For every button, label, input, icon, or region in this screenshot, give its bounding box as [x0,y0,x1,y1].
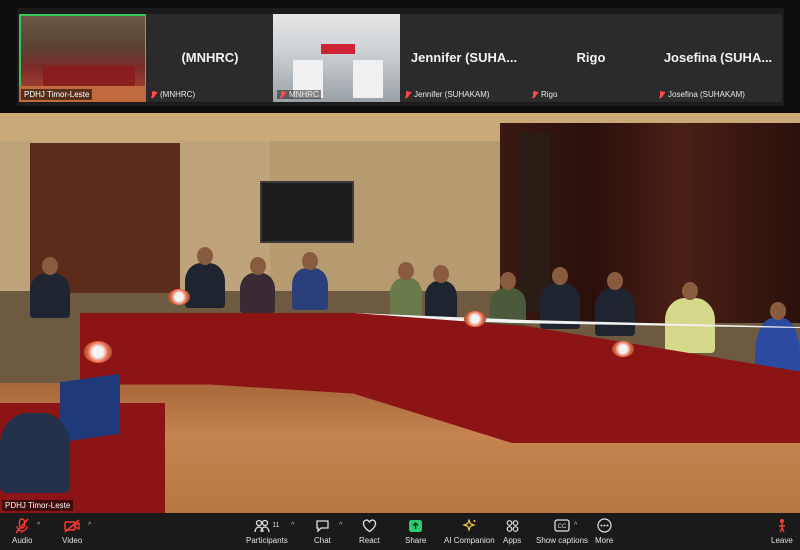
video-person [185,247,225,308]
share-label: Share [405,536,427,545]
apps-icon [505,516,520,535]
video-flowers [464,311,486,327]
react-label: React [359,536,380,545]
video-backdrop [321,44,355,54]
more-button[interactable]: More [595,516,613,545]
participant-name-label: Josefina (SUHAKAM) [658,90,745,99]
leave-icon [775,516,789,535]
ellipsis-icon [597,516,612,535]
video-wall-screen [260,181,354,243]
participants-button[interactable]: 11 Participants [246,516,288,545]
participant-name-text: Josefina (SUHAKAM) [668,90,745,99]
participants-label: Participants [246,536,288,545]
mic-muted-icon [658,90,665,99]
participant-name-text: MNHRC [289,90,319,99]
video-label: Video [62,536,83,545]
video-person [0,413,70,493]
show-captions-button[interactable]: CC Show captions [536,516,588,545]
captions-options-chevron-icon[interactable]: ^ [574,522,577,529]
apps-button[interactable]: Apps [503,516,521,545]
camera-off-icon [64,516,80,535]
mic-muted-icon [279,90,286,99]
participant-name-text: Rigo [541,90,558,99]
participant-name-label: Rigo [531,90,557,99]
video-flowers [612,341,634,357]
video-flowers [84,341,112,363]
mic-muted-icon [150,90,157,99]
ai-companion-label: AI Companion [444,536,495,545]
svg-text:CC: CC [558,524,567,530]
meeting-toolbar: Audio ^ Video ^ 11 Participants ^ Chat ^… [0,513,800,550]
video-person [390,262,422,316]
sparkle-icon [462,516,477,535]
audio-label: Audio [12,536,33,545]
participant-name-label: Jennifer (SUHAKAM) [404,90,490,99]
participant-name-label: MNHRC [277,90,321,99]
participant-name-label: PDHJ Timor-Leste [21,89,93,100]
chat-label: Chat [314,536,331,545]
chat-options-chevron-icon[interactable]: ^ [339,522,342,529]
main-video-feed[interactable]: PDHJ Timor-Leste [0,113,800,513]
microphone-muted-icon [15,516,29,535]
audio-options-chevron-icon[interactable]: ^ [37,522,40,529]
participant-name-text: Jennifer (SUHAKAM) [414,90,490,99]
video-button[interactable]: Video [62,516,82,545]
video-person [595,272,635,336]
heart-icon [362,516,377,535]
participant-tile-rigo[interactable]: Rigo Rigo [527,14,655,102]
leave-button[interactable]: Leave [771,516,793,545]
leave-label: Leave [771,536,793,545]
participant-tile-pdhj[interactable]: PDHJ Timor-Leste [19,14,147,102]
video-table [353,60,383,98]
participant-strip: PDHJ Timor-Leste (MNHRC) (MNHRC) MNHRC J… [0,0,800,113]
participant-display-name: (MNHRC) [181,50,239,65]
video-laptop [60,373,120,443]
chat-button[interactable]: Chat [314,516,331,545]
share-arrow-icon [408,516,423,535]
participant-display-name: Jennifer (SUHA... [410,50,518,65]
apps-label: Apps [503,536,522,545]
cc-icon: CC [554,516,570,535]
ai-companion-button[interactable]: AI Companion [444,516,495,545]
share-button[interactable]: Share [405,516,426,545]
video-person [30,257,70,318]
people-icon: 11 [254,516,280,535]
participant-name-text: (MNHRC) [160,90,196,99]
video-person [292,252,328,310]
video-options-chevron-icon[interactable]: ^ [88,522,91,529]
participant-display-name: Josefina (SUHA... [663,50,773,65]
mic-muted-icon [531,90,538,99]
mic-muted-icon [404,90,411,99]
participant-tile-jennifer[interactable]: Jennifer (SUHA... Jennifer (SUHAKAM) [400,14,528,102]
participants-count: 11 [272,522,280,529]
chat-bubble-icon [315,516,330,535]
main-video-name-label: PDHJ Timor-Leste [2,500,74,511]
participants-options-chevron-icon[interactable]: ^ [291,522,294,529]
video-table [43,66,135,86]
participant-tile-mnhrc[interactable]: (MNHRC) (MNHRC) [146,14,274,102]
video-person [425,265,457,321]
participant-display-name: Rigo [576,50,606,65]
participant-tile-mnhrc-video[interactable]: MNHRC [273,14,401,102]
video-person [240,257,275,313]
audio-button[interactable]: Audio [12,516,32,545]
more-label: More [595,536,614,545]
show-captions-label: Show captions [536,536,589,545]
participant-name-label: (MNHRC) [150,90,195,99]
participant-tile-josefina[interactable]: Josefina (SUHA... Josefina (SUHAKAM) [654,14,782,102]
video-flowers [168,289,190,305]
react-button[interactable]: React [359,516,380,545]
